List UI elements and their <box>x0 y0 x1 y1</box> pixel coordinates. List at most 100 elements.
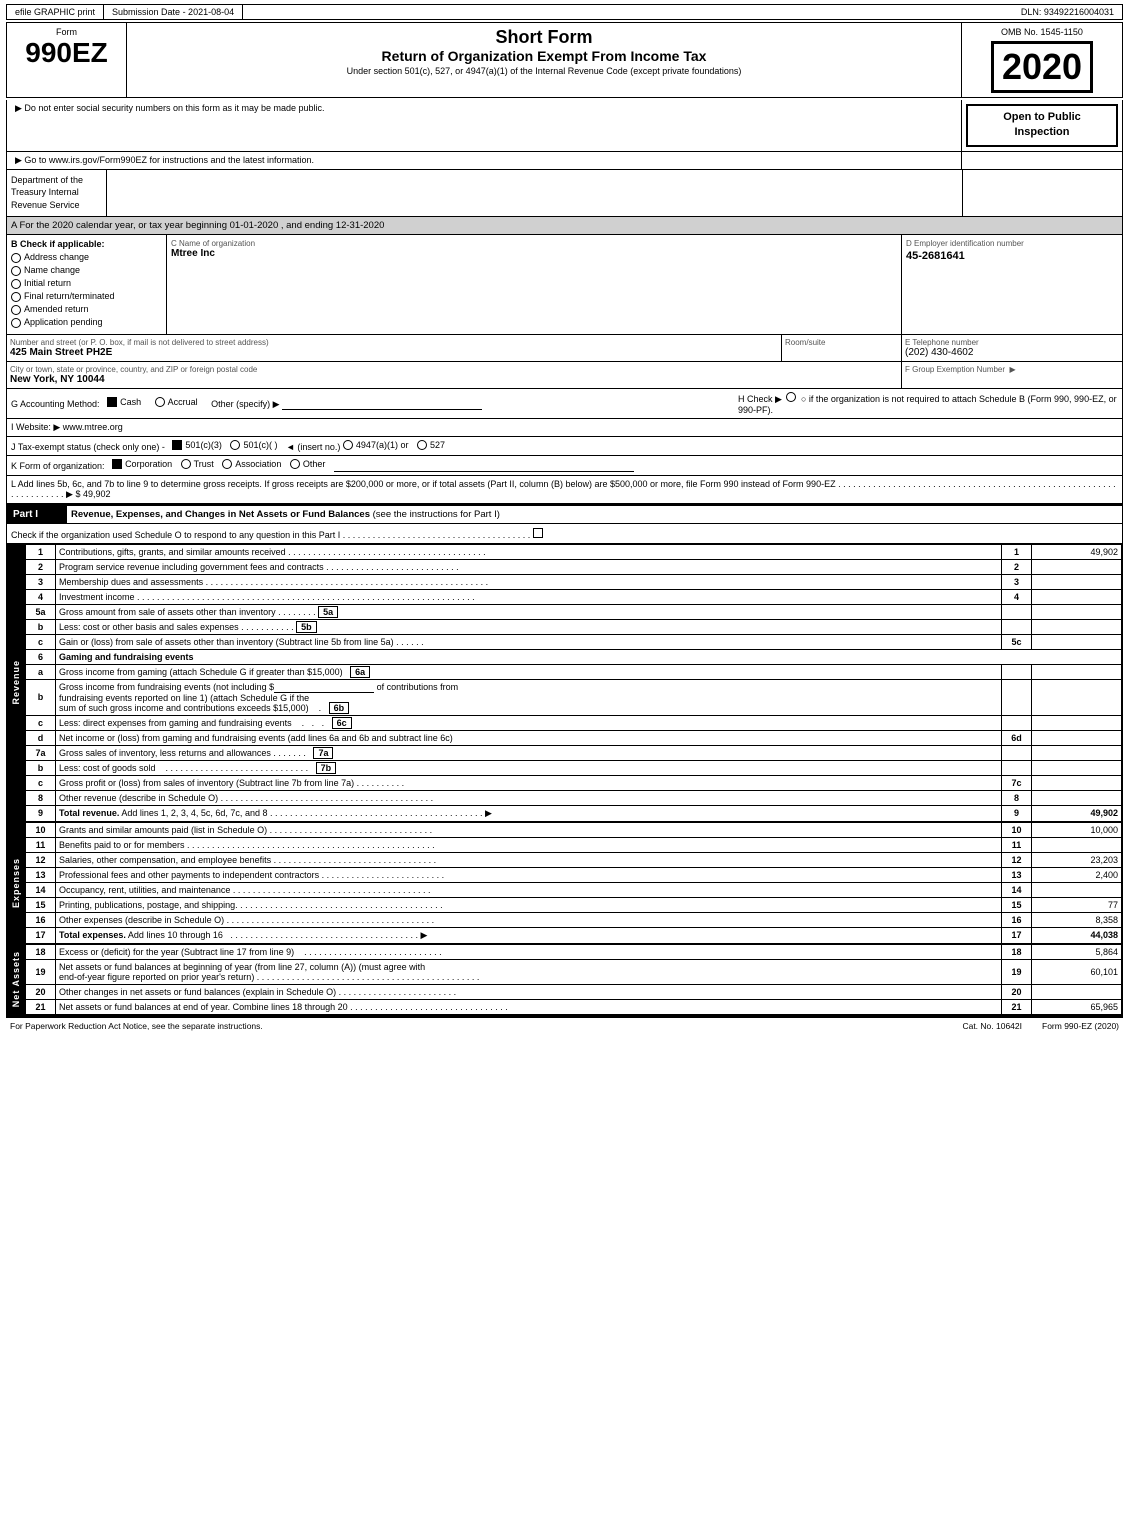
assoc-label: Association <box>235 459 281 469</box>
address-value: 425 Main Street PH2E <box>10 347 778 358</box>
501c-circle <box>230 440 240 450</box>
address-circle <box>11 253 21 263</box>
trust-circle <box>181 459 191 469</box>
line-10-ref: 10 <box>1002 822 1032 837</box>
line-1-row: 1 Contributions, gifts, grants, and simi… <box>26 544 1122 559</box>
line-7b-row: b Less: cost of goods sold . . . . . . .… <box>26 760 1122 775</box>
k-corp: Corporation <box>112 459 172 469</box>
footer-cat: Cat. No. 10642I <box>962 1021 1022 1031</box>
line-3-ref: 3 <box>1002 574 1032 589</box>
line-20-desc: Other changes in net assets or fund bala… <box>56 984 1002 999</box>
website-value: www.mtree.org <box>63 422 123 432</box>
line-8-amount <box>1032 790 1122 805</box>
line-2-desc: Program service revenue including govern… <box>56 559 1002 574</box>
line-6b-amount <box>1032 679 1122 715</box>
line-6d-num: d <box>26 730 56 745</box>
line-7c-num: c <box>26 775 56 790</box>
line-9-amount: 49,902 <box>1032 805 1122 821</box>
line-5c-desc: Gain or (loss) from sale of assets other… <box>56 634 1002 649</box>
4947-circle <box>343 440 353 450</box>
org-name-value: Mtree Inc <box>171 248 897 259</box>
line-10-row: 10 Grants and similar amounts paid (list… <box>26 822 1122 837</box>
dept-text: Department of the Treasury Internal Reve… <box>7 170 107 216</box>
accrual-check: Accrual <box>155 397 198 407</box>
ein-col: D Employer identification number 45-2681… <box>902 235 1122 334</box>
corp-square <box>112 459 122 469</box>
line-2-row: 2 Program service revenue including gove… <box>26 559 1122 574</box>
line-19-num: 19 <box>26 959 56 984</box>
city-label: City or town, state or province, country… <box>10 365 898 374</box>
line-21-amount: 65,965 <box>1032 999 1122 1014</box>
line-15-num: 15 <box>26 897 56 912</box>
line-17-desc: Total expenses. Add lines 10 through 16 … <box>56 927 1002 943</box>
line-20-row: 20 Other changes in net assets or fund b… <box>26 984 1122 999</box>
line-21-row: 21 Net assets or fund balances at end of… <box>26 999 1122 1014</box>
line-7b-num: b <box>26 760 56 775</box>
line-16-num: 16 <box>26 912 56 927</box>
acct-row: G Accounting Method: Cash Accrual Other … <box>7 389 1122 419</box>
501c3-label: 501(c)(3) <box>185 440 222 450</box>
expenses-sidebar-label: Expenses <box>11 858 21 908</box>
line-5c-row: c Gain or (loss) from sale of assets oth… <box>26 634 1122 649</box>
line-6a-amount <box>1032 664 1122 679</box>
line-5c-ref: 5c <box>1002 634 1032 649</box>
expenses-content: 10 Grants and similar amounts paid (list… <box>25 822 1122 944</box>
line-19-desc: Net assets or fund balances at beginning… <box>56 959 1002 984</box>
check-initial: Initial return <box>11 278 162 289</box>
check-name: Name change <box>11 265 162 276</box>
line-5a-row: 5a Gross amount from sale of assets othe… <box>26 604 1122 619</box>
line-10-desc: Grants and similar amounts paid (list in… <box>56 822 1002 837</box>
efile-label: efile GRAPHIC print <box>7 5 104 19</box>
part1-label: Part I <box>7 506 67 524</box>
pending-circle <box>11 318 21 328</box>
subtitle: Under section 501(c), 527, or 4947(a)(1)… <box>131 66 957 76</box>
k-assoc: Association <box>222 459 281 469</box>
form-word: Form <box>11 27 122 37</box>
notice-right-empty <box>962 152 1122 169</box>
tax-label: J Tax-exempt status (check only one) - <box>11 442 165 452</box>
address-room: Room/suite <box>782 335 902 361</box>
k-other: Other <box>290 459 326 469</box>
line-12-num: 12 <box>26 852 56 867</box>
netassets-table: 18 Excess or (deficit) for the year (Sub… <box>25 944 1122 1015</box>
part1-check-square <box>533 528 543 538</box>
line-6c-desc: Less: direct expenses from gaming and fu… <box>56 715 1002 730</box>
check-pending: Application pending <box>11 317 162 328</box>
line-15-row: 15 Printing, publications, postage, and … <box>26 897 1122 912</box>
line-6a-ref-empty <box>1002 664 1032 679</box>
phone-label: E Telephone number <box>905 338 1119 347</box>
org-info-col: C Name of organization Mtree Inc <box>167 235 902 334</box>
line-20-num: 20 <box>26 984 56 999</box>
line-7c-amount <box>1032 775 1122 790</box>
line-5b-row: b Less: cost or other basis and sales ex… <box>26 619 1122 634</box>
accrual-label: Accrual <box>168 397 198 407</box>
line-18-amount: 5,864 <box>1032 944 1122 959</box>
form-label-box: Form 990EZ <box>7 23 127 97</box>
line-6a-num: a <box>26 664 56 679</box>
line-7b-desc: Less: cost of goods sold . . . . . . . .… <box>56 760 1002 775</box>
part1-header-row: Part I Revenue, Expenses, and Changes in… <box>7 504 1122 524</box>
revenue-content: 1 Contributions, gifts, grants, and simi… <box>25 544 1122 822</box>
line-2-ref: 2 <box>1002 559 1032 574</box>
name-circle <box>11 266 21 276</box>
line-15-ref: 15 <box>1002 897 1032 912</box>
corp-label: Corporation <box>125 459 172 469</box>
revenue-section: Revenue 1 Contributions, gifts, grants, … <box>7 544 1122 822</box>
line-3-amount <box>1032 574 1122 589</box>
assoc-circle <box>222 459 232 469</box>
l-text: L Add lines 5b, 6c, and 7b to line 9 to … <box>11 479 836 489</box>
line-17-ref: 17 <box>1002 927 1032 943</box>
initial-label: Initial return <box>24 278 71 288</box>
amended-label: Amended return <box>24 304 89 314</box>
line-6c-ref-empty <box>1002 715 1032 730</box>
line-13-num: 13 <box>26 867 56 882</box>
k-label: K Form of organization: <box>11 461 105 471</box>
line-3-num: 3 <box>26 574 56 589</box>
omb-number: OMB No. 1545-1150 <box>966 27 1118 37</box>
form-body: B Check if applicable: Address change Na… <box>6 235 1123 1016</box>
line-17-num: 17 <box>26 927 56 943</box>
netassets-content: 18 Excess or (deficit) for the year (Sub… <box>25 944 1122 1015</box>
address-label: Address change <box>24 252 89 262</box>
other-circle <box>290 459 300 469</box>
line-5a-ref-empty <box>1002 604 1032 619</box>
